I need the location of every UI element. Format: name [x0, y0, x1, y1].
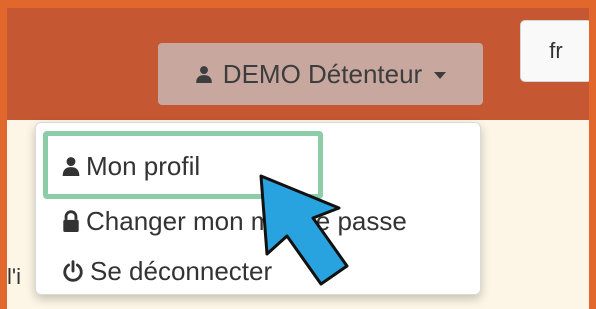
language-button[interactable]: fr	[520, 20, 589, 82]
user-menu-label: DEMO Détenteur	[222, 58, 423, 89]
pointer-arrow-icon	[259, 174, 349, 286]
menu-item-logout[interactable]: Se déconnecter	[62, 253, 272, 289]
user-menu-button[interactable]: DEMO Détenteur	[158, 43, 483, 105]
top-navbar: DEMO Détenteur fr	[7, 8, 589, 120]
page-frame: DEMO Détenteur fr l'i Mon profil Changer…	[7, 8, 589, 309]
page-text-fragment: l'i	[7, 264, 21, 289]
caret-down-icon	[434, 71, 447, 79]
lock-icon	[62, 210, 80, 232]
user-icon	[195, 65, 213, 83]
power-icon	[62, 260, 84, 282]
